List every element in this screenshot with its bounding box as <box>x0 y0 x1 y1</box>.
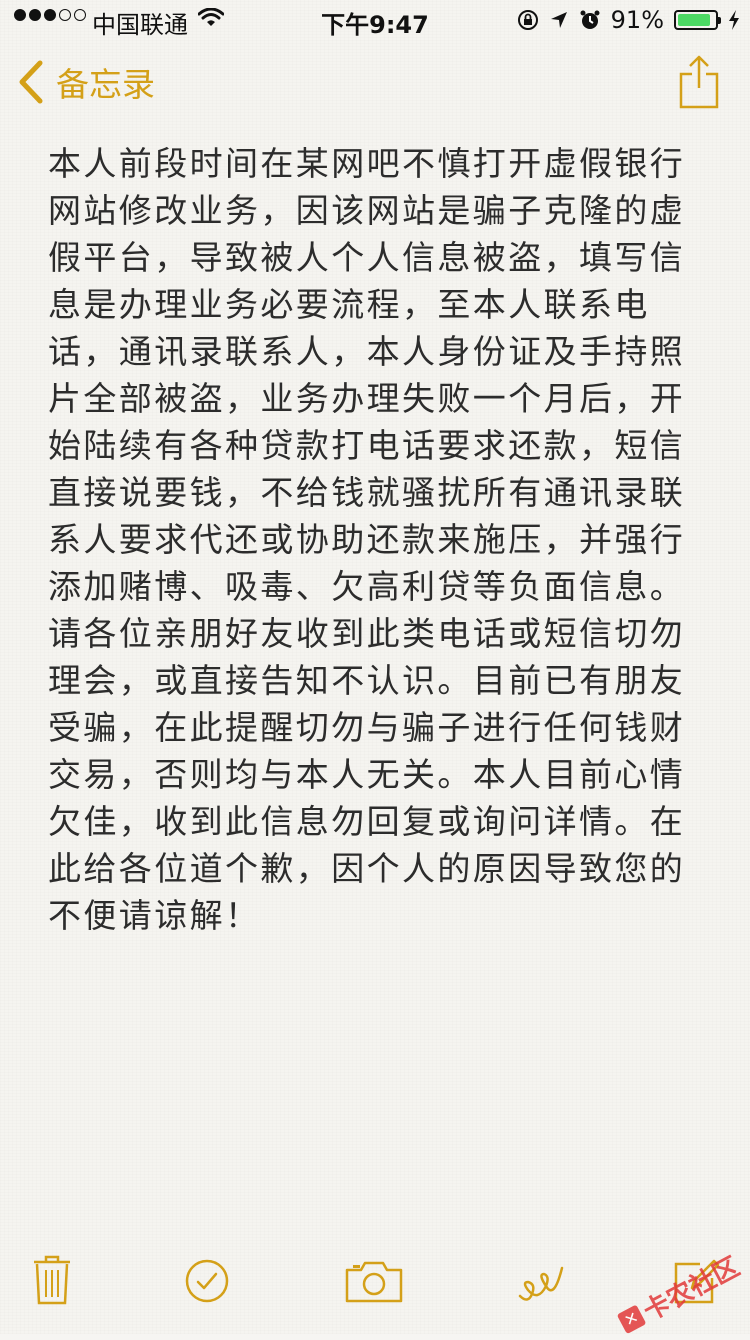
share-button[interactable] <box>678 54 720 114</box>
rotation-lock-icon <box>517 10 538 30</box>
back-button-label: 备忘录 <box>56 65 155 104</box>
alarm-clock-icon <box>580 10 600 29</box>
battery-icon <box>674 10 721 30</box>
checklist-icon <box>185 1259 229 1303</box>
location-arrow-icon <box>550 12 567 28</box>
watermark-logo-icon: ✕ <box>616 1303 647 1334</box>
charging-bolt-icon <box>729 10 739 30</box>
sketch-button[interactable] <box>516 1256 568 1312</box>
battery-fill <box>678 14 711 26</box>
back-button[interactable]: 备忘录 <box>18 58 155 106</box>
sketch-icon <box>518 1266 564 1301</box>
checklist-button[interactable] <box>184 1258 230 1308</box>
bottom-toolbar: ✕ 卡农社区 <box>0 1244 750 1334</box>
battery-percent: 91% <box>610 6 664 34</box>
trash-icon <box>34 1255 70 1305</box>
camera-icon <box>345 1261 403 1303</box>
note-body-text[interactable]: 本人前段时间在某网吧不慎打开虚假银行网站修改业务，因该网站是骗子克隆的虚假平台，… <box>48 140 688 939</box>
chevron-left-icon <box>19 60 43 104</box>
status-bar: 中国联通 下午9:47 91% <box>0 0 750 40</box>
camera-button[interactable] <box>344 1260 404 1308</box>
delete-note-button[interactable] <box>32 1254 72 1310</box>
navigation-bar: 备忘录 <box>0 40 750 128</box>
share-icon <box>679 55 719 109</box>
